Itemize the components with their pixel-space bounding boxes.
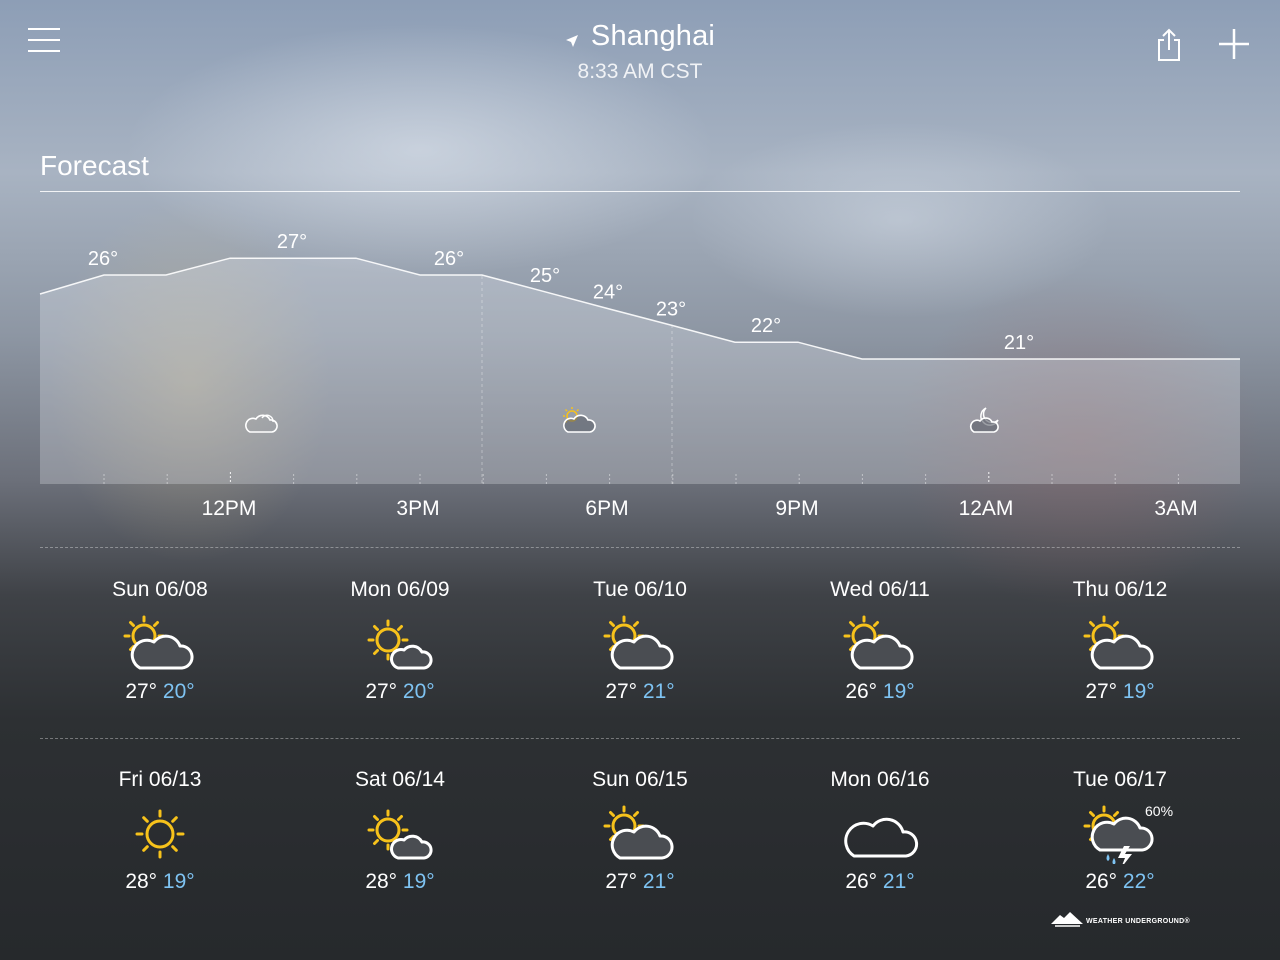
low-temp: 21° — [882, 870, 915, 893]
day-tile[interactable]: Sat 06/14 28° 19° — [280, 768, 520, 894]
day-date: Fri 06/13 — [118, 768, 202, 791]
hour-label: 9PM — [775, 497, 819, 520]
temperature-label: 22° — [751, 315, 781, 337]
day-date: Thu 06/12 — [1072, 578, 1168, 601]
day-date: Sun 06/15 — [592, 768, 688, 791]
day-date: Mon 06/16 — [830, 768, 930, 791]
low-temp: 19° — [1122, 680, 1155, 703]
day-temps: 27° 20° — [40, 680, 280, 704]
daily-divider — [40, 738, 1240, 739]
day-tile[interactable]: Sun 06/08 27° 20° — [40, 578, 280, 704]
day-date: Sat 06/14 — [355, 768, 445, 791]
high-temp: 27° — [605, 870, 638, 893]
logo-text: WEATHER UNDERGROUND® — [1086, 918, 1190, 925]
low-temp: 20° — [162, 680, 195, 703]
low-temp: 21° — [642, 870, 675, 893]
high-temp: 28° — [125, 870, 158, 893]
day-temps: 27° 20° — [280, 680, 520, 704]
temperature-label: 24° — [593, 282, 623, 304]
daily-divider — [40, 547, 1240, 548]
hour-label: 12PM — [201, 497, 257, 520]
day-tile[interactable]: Sun 06/15 27° 21° — [520, 768, 760, 894]
temperature-label: 27° — [277, 231, 307, 253]
day-tile[interactable]: Tue 06/10 27° 21° — [520, 578, 760, 704]
day-date: Mon 06/09 — [350, 578, 450, 601]
temperature-label: 23° — [656, 298, 686, 320]
day-tile[interactable]: Mon 06/16 26° 21° — [760, 768, 1000, 894]
day-date: Tue 06/10 — [593, 578, 687, 601]
high-temp: 26° — [845, 870, 878, 893]
hour-label: 3AM — [1154, 497, 1198, 520]
day-tile[interactable]: Thu 06/12 27° 19° — [1000, 578, 1240, 704]
high-temp: 28° — [365, 870, 398, 893]
high-temp: 27° — [1085, 680, 1118, 703]
high-temp: 27° — [125, 680, 158, 703]
weather-underground-logo[interactable]: WEATHER UNDERGROUND® — [1050, 910, 1190, 930]
day-tile[interactable]: Tue 06/17 26° 22° — [1000, 768, 1240, 894]
low-temp: 19° — [162, 870, 195, 893]
hourly-temperature-chart[interactable]: 26° 27° 26° 25° 24° 23° 22° 21° — [0, 0, 1280, 540]
hour-label: 6PM — [585, 497, 629, 520]
partly-cloudy-icon — [120, 614, 200, 674]
temperature-label: 26° — [434, 248, 464, 270]
day-temps: 27° 21° — [520, 680, 760, 704]
day-temps: 26° 19° — [760, 680, 1000, 704]
low-temp: 21° — [642, 680, 675, 703]
day-date: Sun 06/08 — [112, 578, 208, 601]
partly-cloudy-icon — [600, 804, 680, 864]
temperature-label: 25° — [530, 265, 560, 287]
weather-underground-logo-icon — [1051, 912, 1083, 927]
low-temp: 20° — [402, 680, 435, 703]
high-temp: 26° — [1085, 870, 1118, 893]
hour-label: 3PM — [396, 497, 440, 520]
day-date: Wed 06/11 — [830, 578, 930, 601]
high-temp: 27° — [365, 680, 398, 703]
cloudy-icon — [844, 817, 919, 858]
partly-cloudy-icon — [600, 614, 680, 674]
temperature-label: 21° — [1004, 332, 1034, 354]
day-temps: 28° 19° — [40, 870, 280, 894]
day-temps: 26° 21° — [760, 870, 1000, 894]
low-temp: 22° — [1122, 870, 1155, 893]
day-tile[interactable]: Fri 06/13 28° 19° — [40, 768, 280, 894]
high-temp: 27° — [605, 680, 638, 703]
hour-label: 12AM — [958, 497, 1014, 520]
sunny-icon — [135, 809, 185, 859]
precip-chance: 60% — [1145, 803, 1174, 819]
day-temps: 27° 21° — [520, 870, 760, 894]
low-temp: 19° — [882, 680, 915, 703]
high-temp: 26° — [845, 680, 878, 703]
temperature-label: 26° — [88, 248, 118, 270]
day-temps: 26° 22° — [1000, 870, 1240, 894]
temperature-area — [40, 258, 1240, 484]
day-temps: 28° 19° — [280, 870, 520, 894]
day-tile[interactable]: Wed 06/11 26° 19° — [760, 578, 1000, 704]
partly-cloudy-icon — [1080, 614, 1160, 674]
mostly-sunny-icon — [360, 804, 440, 864]
partly-cloudy-icon — [840, 614, 920, 674]
day-tile[interactable]: Mon 06/09 27° 20° — [280, 578, 520, 704]
low-temp: 19° — [402, 870, 435, 893]
mostly-sunny-icon — [360, 614, 440, 674]
day-temps: 27° 19° — [1000, 680, 1240, 704]
day-date: Tue 06/17 — [1073, 768, 1167, 791]
